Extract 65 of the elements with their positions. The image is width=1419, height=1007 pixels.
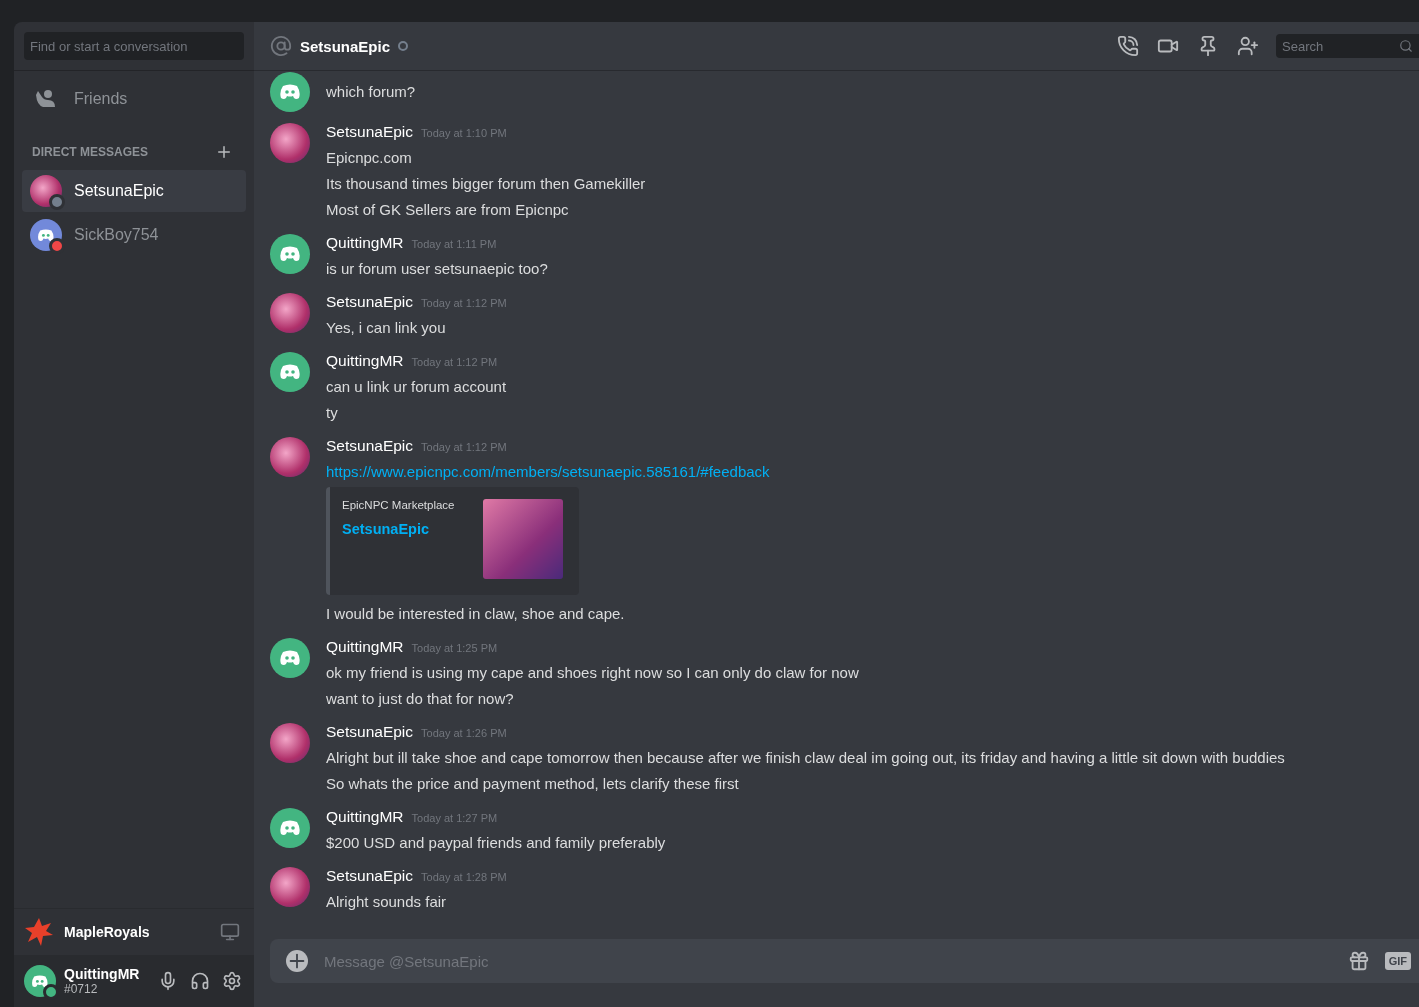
- message-text: is ur forum user setsunaepic too?: [326, 259, 548, 279]
- username: QuittingMR: [64, 966, 141, 982]
- dm-item[interactable]: SickBoy754: [22, 214, 246, 256]
- add-user-icon[interactable]: [1236, 34, 1260, 58]
- message-author[interactable]: QuittingMR: [326, 234, 404, 252]
- message-author[interactable]: QuittingMR: [326, 352, 404, 370]
- message-timestamp: Today at 1:12 PM: [421, 441, 507, 453]
- message-text: want to just do that for now?: [326, 689, 515, 709]
- add-attachment-icon[interactable]: [286, 950, 308, 972]
- message-author[interactable]: QuittingMR: [326, 638, 404, 656]
- at-sign-icon: [270, 35, 292, 57]
- message-text: Alright but ill take shoe and cape tomorrow then because after we finish claw deal im going out, its friday and having a little sit down with buddies: [326, 748, 1285, 768]
- message-text: can u link ur forum account: [326, 377, 507, 397]
- discord-logo-icon: [279, 820, 301, 836]
- message-timestamp: Today at 1:27 PM: [411, 812, 498, 824]
- discord-logo-icon: [279, 364, 301, 380]
- message-text: Epicnpc.com: [326, 148, 413, 168]
- message-author[interactable]: QuittingMR: [326, 808, 404, 826]
- message-timestamp: Today at 1:25 PM: [411, 642, 498, 654]
- message-text: Most of GK Sellers are from Epicnpc: [326, 200, 570, 220]
- avatar-image: [270, 867, 310, 907]
- phone-call-icon[interactable]: [1116, 34, 1140, 58]
- avatar-image: [270, 293, 310, 333]
- message-author[interactable]: SetsunaEpic: [326, 293, 414, 311]
- activity-name: MapleRoyals: [64, 924, 151, 940]
- discord-logo-icon: [37, 228, 55, 242]
- discord-logo-icon: [31, 974, 49, 988]
- search-field[interactable]: Search: [1276, 34, 1419, 58]
- message-text: Alright sounds fair: [326, 892, 448, 912]
- dm-item[interactable]: SetsunaEpic: [22, 170, 246, 212]
- message-text: So whats the price and payment method, lets clarify these first: [326, 774, 740, 794]
- message-text: I would be interested in claw, shoe and cape.: [326, 604, 626, 624]
- discord-logo-icon: [279, 84, 301, 100]
- message-author[interactable]: SetsunaEpic: [326, 123, 414, 141]
- search-icon: [1399, 39, 1413, 53]
- message-link[interactable]: https://www.epicnpc.com/members/setsunaepic.585161/#feedback: [326, 459, 770, 485]
- message-timestamp: Today at 1:12 PM: [411, 356, 498, 368]
- status-ring-icon: [398, 41, 409, 51]
- search-field[interactable]: Find or start a conversation: [24, 32, 244, 60]
- message-timestamp: Today at 1:12 PM: [421, 297, 507, 309]
- user-tag: #0712: [64, 982, 148, 996]
- message-timestamp: Today at 1:28 PM: [421, 871, 507, 883]
- avatar-image: [270, 723, 310, 763]
- message-author[interactable]: SetsunaEpic: [326, 723, 414, 741]
- message-timestamp: Today at 1:26 PM: [421, 727, 507, 739]
- discord-logo-icon: [279, 650, 301, 666]
- message-text: $200 USD and paypal friends and family preferably: [326, 833, 666, 853]
- message-text: which forum?: [326, 82, 416, 102]
- avatar-image: [270, 437, 310, 477]
- message-timestamp: Today at 1:11 PM: [411, 238, 497, 250]
- message-text: Yes, i can link you: [326, 318, 447, 338]
- discord-logo-icon: [279, 246, 301, 262]
- avatar-image: [30, 175, 62, 207]
- message-text: Its thousand times bigger forum then Gamekiller: [326, 174, 646, 194]
- message-author[interactable]: SetsunaEpic: [326, 867, 414, 885]
- message-text: ok my friend is using my cape and shoes right now so I can only do claw for now: [326, 663, 859, 683]
- embed-title-link[interactable]: SetsunaEpic: [342, 521, 467, 537]
- channel-title: SetsunaEpic: [300, 37, 391, 55]
- message-author[interactable]: SetsunaEpic: [326, 437, 414, 455]
- gif-button[interactable]: GIF: [1384, 952, 1411, 970]
- friends-nav-item[interactable]: Friends: [22, 78, 246, 120]
- section-heading: DIRECT MESSAGES: [32, 145, 148, 159]
- message-text: ty: [326, 403, 339, 423]
- embed-provider: EpicNPC Marketplace: [342, 499, 456, 511]
- avatar-image: [270, 123, 310, 163]
